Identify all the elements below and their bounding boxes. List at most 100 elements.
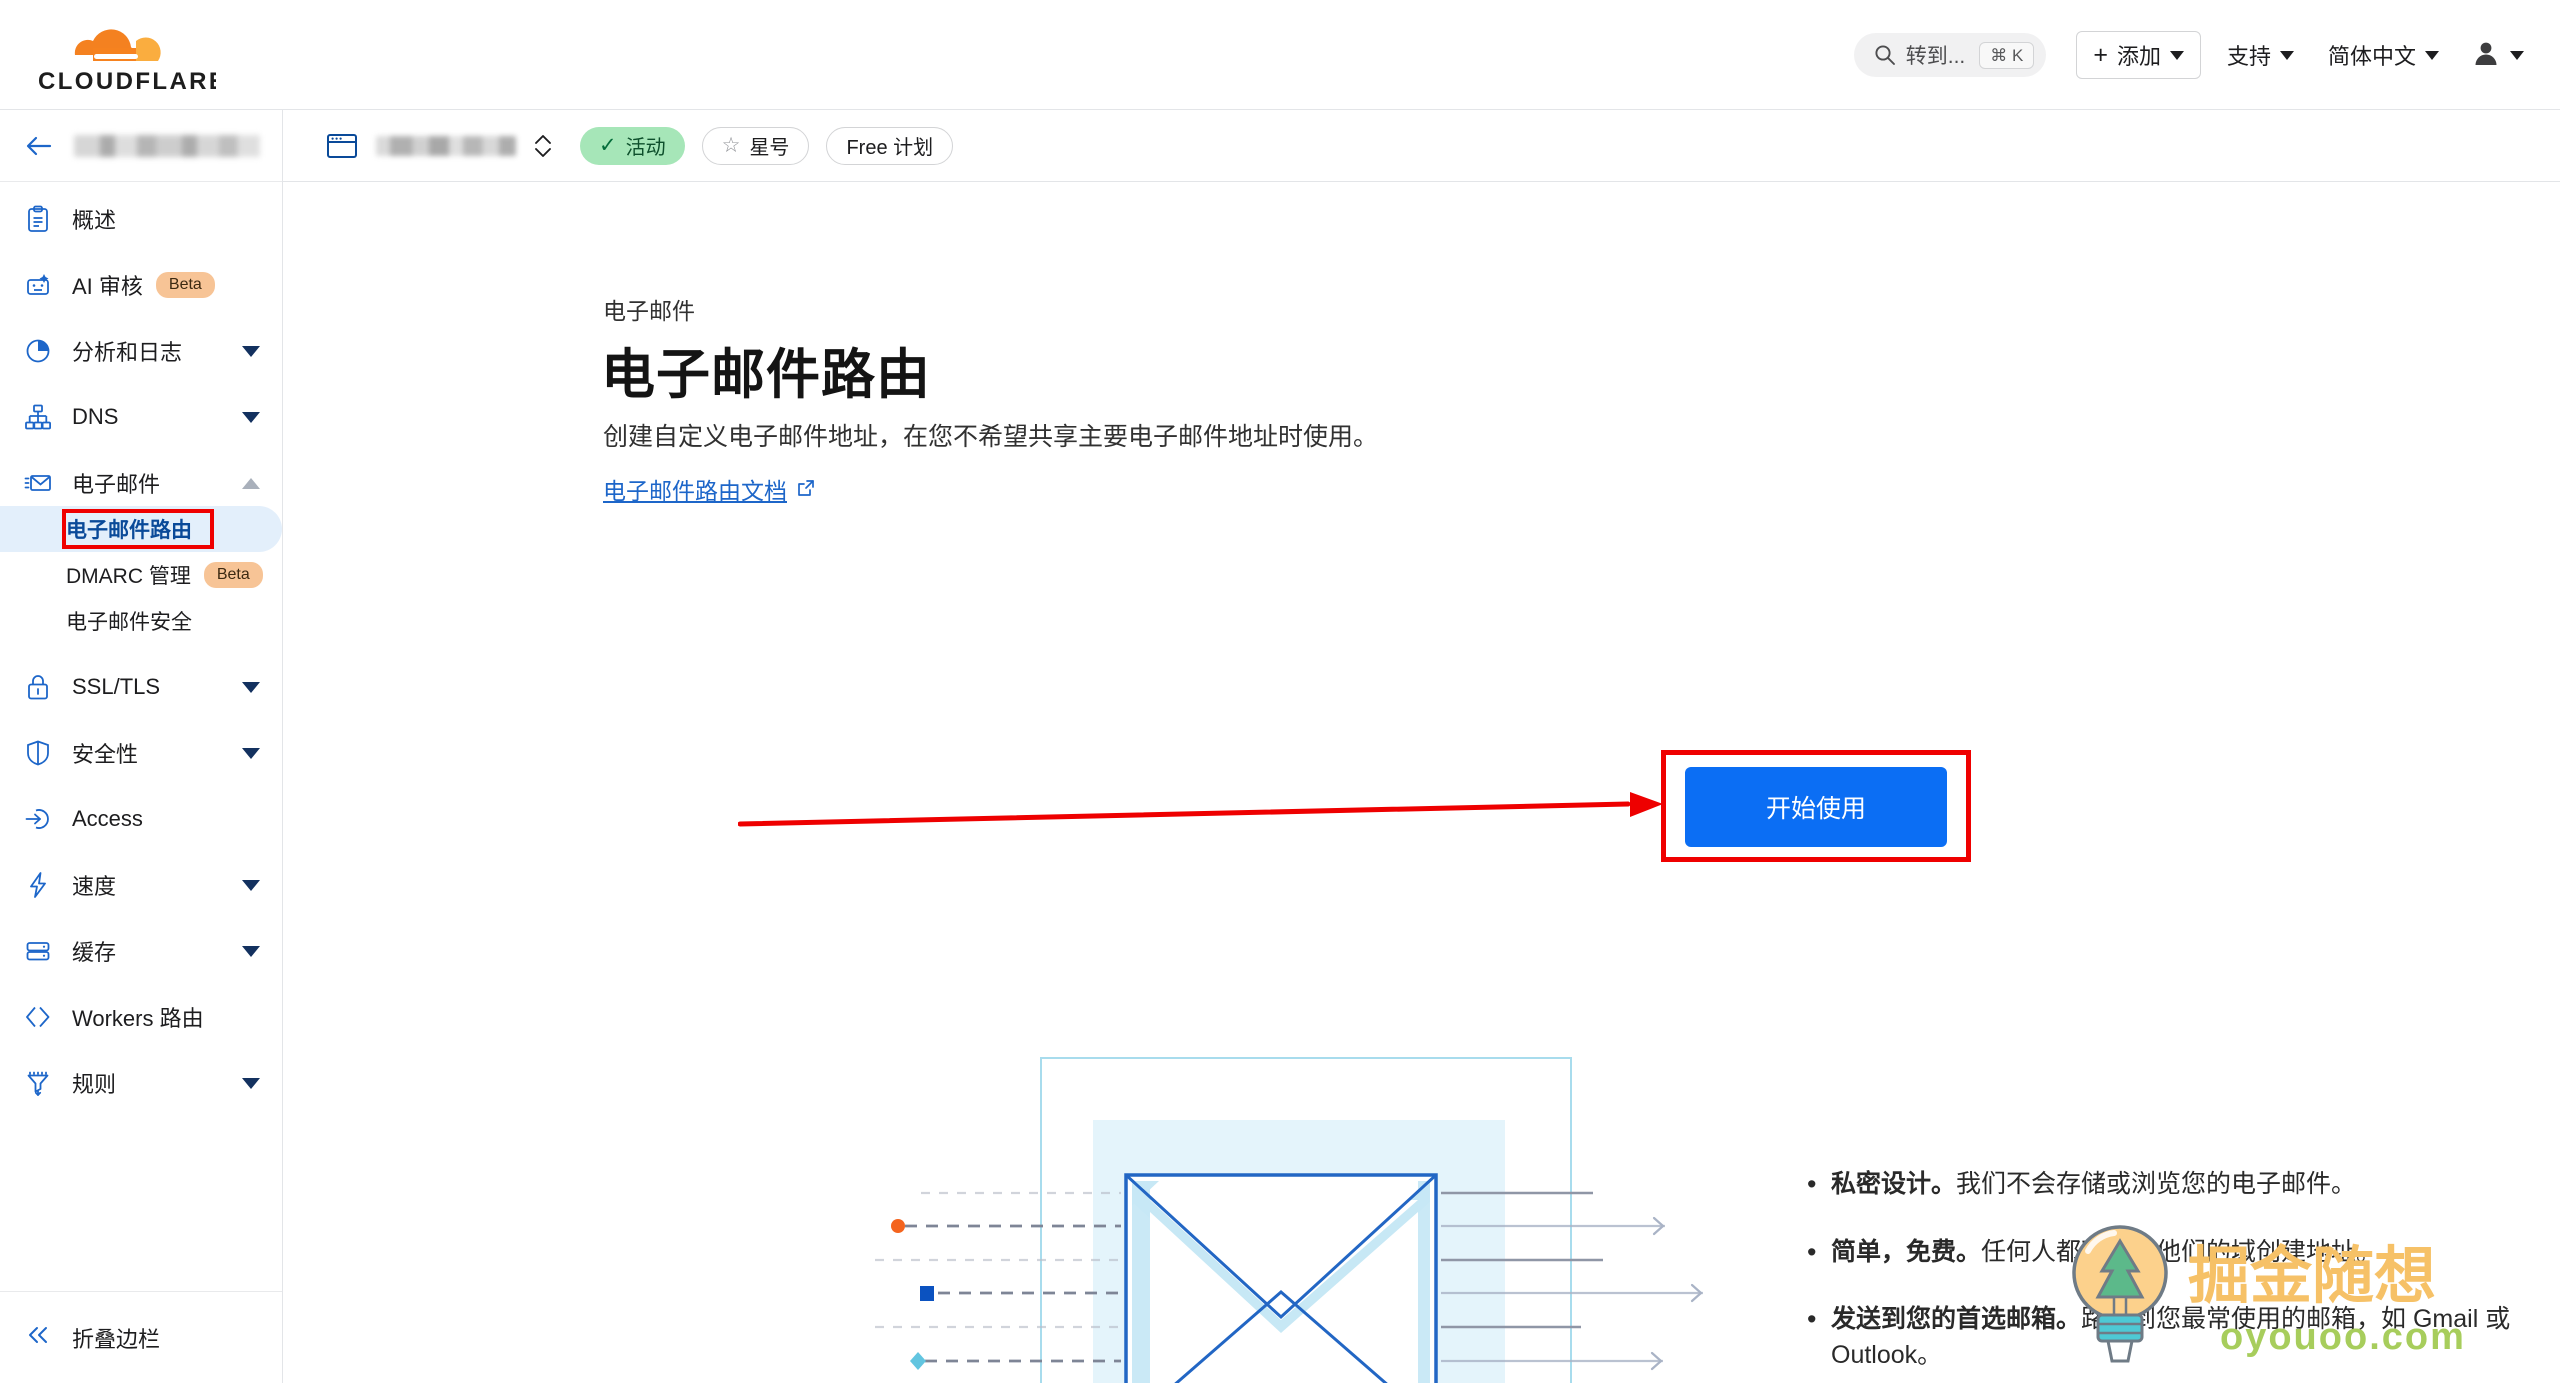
chevron-down-icon[interactable] <box>242 411 260 423</box>
sidebar-item-ai-audit[interactable]: AI 审核 Beta <box>0 262 282 308</box>
shield-icon <box>24 739 52 767</box>
documentation-link[interactable]: 电子邮件路由文档 <box>603 472 815 506</box>
sidebar-item-label: 安全性 <box>72 742 139 767</box>
pie-chart-icon <box>24 337 52 365</box>
sidebar-item-cache[interactable]: 缓存 <box>0 928 282 974</box>
ai-audit-icon <box>24 271 52 299</box>
chevron-down-icon[interactable] <box>242 945 260 957</box>
watermark: 掘金随想 oyouoo.com <box>2040 1215 2540 1375</box>
sidebar-item-label: 分析和日志 <box>72 340 183 365</box>
page-eyebrow: 电子邮件 <box>603 298 695 324</box>
feature-item: 私密设计。我们不会存储或浏览您的电子邮件。 <box>1803 1165 2560 1203</box>
add-button-label: 添加 <box>2116 44 2161 69</box>
documentation-link-label: 电子邮件路由文档 <box>603 478 787 504</box>
chevron-down-icon <box>2510 50 2524 60</box>
collapse-sidebar-label: 折叠边栏 <box>72 1326 161 1352</box>
zone-name-redacted <box>376 135 516 156</box>
sidebar-item-dns[interactable]: DNS <box>0 394 282 440</box>
cloudflare-logo[interactable]: CLOUDFLARE <box>36 17 225 95</box>
feature-text: 我们不会存储或浏览您的电子邮件。 <box>1956 1170 2357 1198</box>
sidebar-item-email[interactable]: 电子邮件 <box>0 460 282 506</box>
user-avatar-icon <box>2473 40 2499 71</box>
funnel-filter-icon <box>24 1069 52 1097</box>
sidebar-item-label: Workers 路由 <box>72 1006 204 1031</box>
zone-status-badge: ✓ 活动 <box>580 126 685 165</box>
chevron-up-icon[interactable] <box>242 477 260 489</box>
zone-plan-label: Free 计划 <box>846 137 934 159</box>
external-link-icon <box>797 476 815 503</box>
chevron-down-icon[interactable] <box>242 345 260 357</box>
sidebar-nav: 概述 AI 审核 Beta 分析和日志 DNS 电子邮件 电子邮件路由 DMAR… <box>0 182 282 1106</box>
top-bar: CLOUDFLARE 转到... ⌘ K + 添加 支持 简体中文 <box>0 0 2560 110</box>
clipboard-icon <box>24 205 52 233</box>
plus-icon: + <box>2093 40 2108 69</box>
sidebar-item-dmarc[interactable]: DMARC 管理 Beta <box>0 552 282 598</box>
page-title: 电子邮件路由 <box>601 345 931 405</box>
sidebar-item-ssl-tls[interactable]: SSL/TLS <box>0 664 282 710</box>
star-icon: ☆ <box>721 134 741 157</box>
lightbulb-tree-icon <box>2072 1225 2168 1363</box>
sidebar-item-rules[interactable]: 规则 <box>0 1060 282 1106</box>
chevron-down-icon <box>2279 50 2294 60</box>
top-bar-actions: 转到... ⌘ K + 添加 支持 简体中文 <box>1853 0 2528 110</box>
sidebar-item-label: 规则 <box>72 1072 117 1097</box>
sidebar-item-overview[interactable]: 概述 <box>0 196 282 242</box>
sidebar-item-label: 概述 <box>72 208 117 233</box>
account-menu[interactable] <box>2473 40 2524 71</box>
sidebar-item-label: SSL/TLS <box>72 674 161 699</box>
up-down-chevron-icon[interactable] <box>532 131 554 161</box>
beta-badge: Beta <box>155 272 215 298</box>
collapse-sidebar-button[interactable]: 折叠边栏 <box>0 1291 282 1383</box>
sidebar-item-email-routing[interactable]: 电子邮件路由 <box>0 506 282 552</box>
zone-plan-badge[interactable]: Free 计划 <box>826 126 954 165</box>
chevron-down-icon[interactable] <box>242 747 260 759</box>
sidebar-item-speed[interactable]: 速度 <box>0 862 282 908</box>
language-menu[interactable]: 简体中文 <box>2328 39 2439 71</box>
envelope-icon <box>24 469 52 497</box>
zone-star-button[interactable]: ☆ 星号 <box>701 126 810 165</box>
sidebar-item-analytics[interactable]: 分析和日志 <box>0 328 282 374</box>
app-root: CLOUDFLARE 转到... ⌘ K + 添加 支持 简体中文 概述 AI … <box>0 0 2560 1383</box>
chevron-double-left-icon <box>24 1321 52 1354</box>
feature-title: 私密设计。 <box>1831 1170 1957 1198</box>
start-button-label: 开始使用 <box>1765 795 1866 823</box>
sidebar-account-row[interactable] <box>0 110 282 182</box>
sidebar-item-email-security[interactable]: 电子邮件安全 <box>0 598 282 644</box>
language-menu-label: 简体中文 <box>2327 44 2416 69</box>
main-content: 电子邮件 电子邮件路由 创建自定义电子邮件地址，在您不希望共享主要电子邮件地址时… <box>283 182 2560 1383</box>
add-button[interactable]: + 添加 <box>2076 31 2201 79</box>
sidebar-item-security[interactable]: 安全性 <box>0 730 282 776</box>
zone-header: ✓ 活动 ☆ 星号 Free 计划 <box>283 110 2560 182</box>
back-arrow-icon[interactable] <box>24 131 54 161</box>
zone-status-label: 活动 <box>625 137 666 159</box>
support-menu-label: 支持 <box>2226 44 2271 69</box>
sidebar: 概述 AI 审核 Beta 分析和日志 DNS 电子邮件 电子邮件路由 DMAR… <box>0 110 283 1383</box>
chevron-down-icon[interactable] <box>242 681 260 693</box>
chevron-down-icon[interactable] <box>242 1077 260 1089</box>
support-menu[interactable]: 支持 <box>2227 39 2294 71</box>
search-shortcut: ⌘ K <box>1979 41 2035 69</box>
chevron-down-icon <box>2425 50 2439 60</box>
sidebar-item-label: 电子邮件 <box>72 472 161 497</box>
email-envelope-routing-illustration <box>875 1057 1703 1383</box>
sidebar-subitem-label: 电子邮件安全 <box>66 611 192 634</box>
start-button[interactable]: 开始使用 <box>1685 767 1947 847</box>
search-icon <box>1874 44 1896 66</box>
search-input[interactable]: 转到... ⌘ K <box>1853 33 2047 77</box>
watermark-domain: oyouoo.com <box>2220 1316 2466 1358</box>
workers-brackets-icon <box>24 1003 52 1031</box>
sidebar-item-access[interactable]: Access <box>0 796 282 842</box>
chevron-down-icon[interactable] <box>242 879 260 891</box>
sidebar-item-label: 速度 <box>72 874 117 899</box>
svg-text:CLOUDFLARE: CLOUDFLARE <box>38 68 216 95</box>
dns-tree-icon <box>24 403 52 431</box>
lock-icon <box>24 673 52 701</box>
sidebar-subitem-label: DMARC 管理 <box>66 565 191 588</box>
access-login-icon <box>24 805 52 833</box>
sidebar-item-label: AI 审核 <box>72 274 143 299</box>
sidebar-item-workers-routes[interactable]: Workers 路由 <box>0 994 282 1040</box>
beta-badge: Beta <box>203 562 263 588</box>
sidebar-item-label: DNS <box>72 404 119 429</box>
annotation-arrow <box>738 792 1663 827</box>
cache-stack-icon <box>24 937 52 965</box>
